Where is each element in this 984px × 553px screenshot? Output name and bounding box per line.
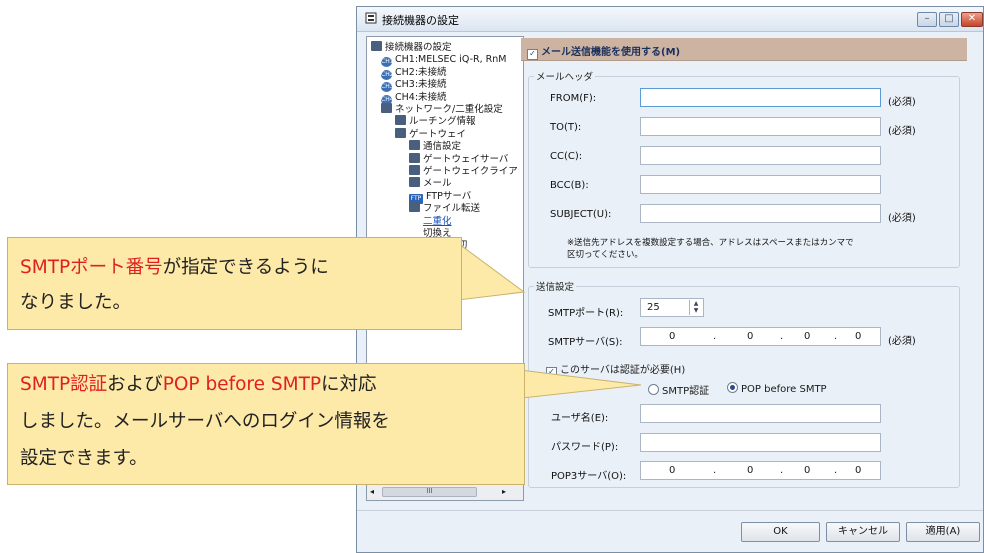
callout1-pointer bbox=[454, 239, 526, 301]
callout1-line1: SMTPポート番号が指定できるように bbox=[20, 251, 329, 284]
callout2-text-rest: に対応 bbox=[321, 374, 377, 395]
callout1-line2: なりました。 bbox=[20, 292, 132, 313]
callout-smtp-auth: SMTP認証およびPOP before SMTPに対応 しました。メールサーバへ… bbox=[7, 363, 525, 485]
callout2-text-mid: および bbox=[107, 374, 163, 395]
callout2-line1: SMTP認証およびPOP before SMTPに対応 bbox=[20, 368, 377, 401]
callout2-line2: しました。メールサーバへのログイン情報を bbox=[20, 411, 390, 432]
callout2-pointer bbox=[519, 369, 642, 399]
callout-smtp-port: SMTPポート番号が指定できるように なりました。 bbox=[7, 237, 462, 330]
callout2-highlight2: POP before SMTP bbox=[162, 374, 322, 395]
callout2-highlight1: SMTP認証 bbox=[20, 374, 108, 395]
callout1-highlight: SMTPポート番号 bbox=[20, 257, 163, 278]
callout1-text: が指定できるように bbox=[162, 257, 329, 278]
callout2-line3: 設定できます。 bbox=[20, 448, 148, 469]
